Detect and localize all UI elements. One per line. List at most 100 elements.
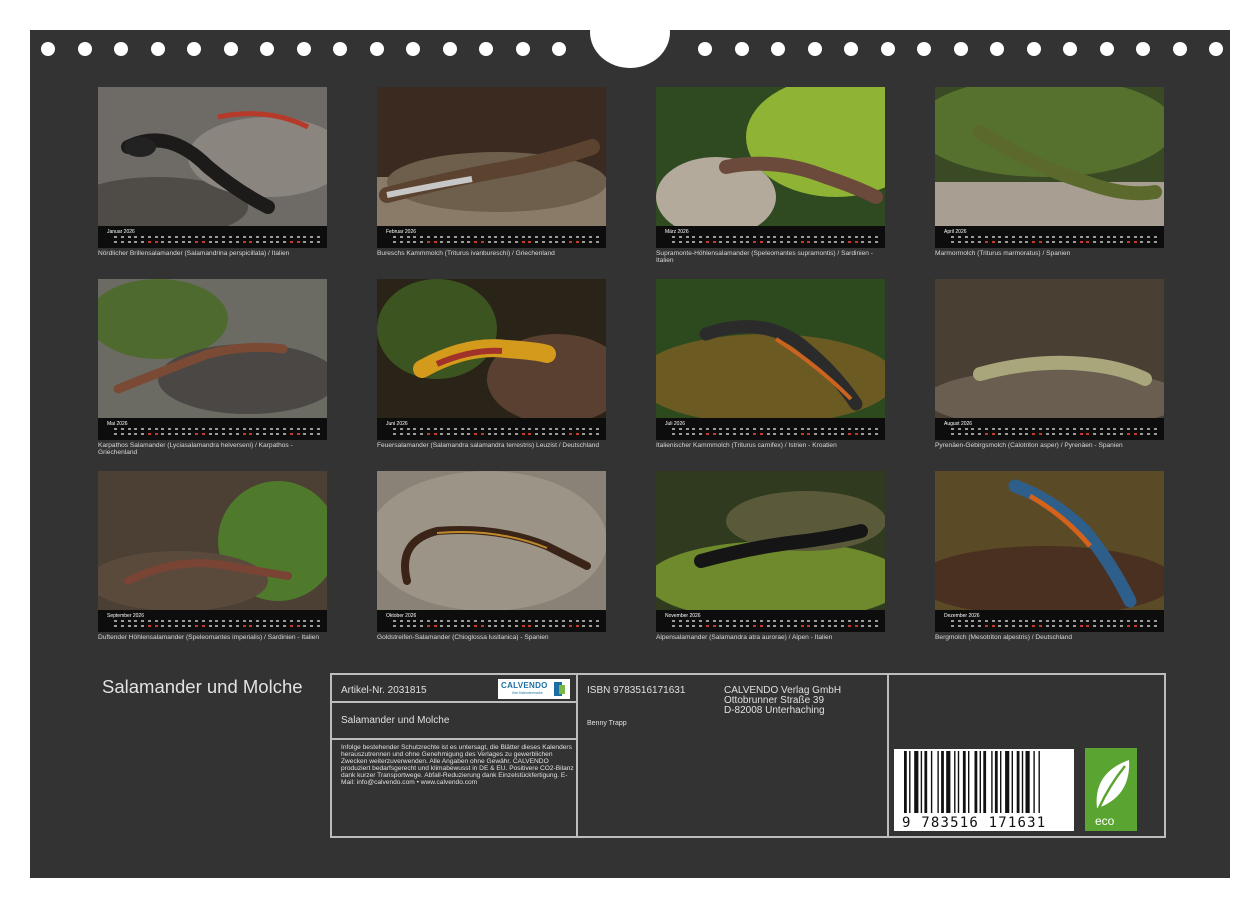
calendar-day-mark xyxy=(487,433,491,435)
calendar-day-mark xyxy=(1005,241,1009,243)
calendar-day-mark xyxy=(1045,625,1049,627)
calendar-day-mark xyxy=(726,236,730,238)
calendar-day-mark xyxy=(222,236,226,238)
calendar-day-mark xyxy=(1025,241,1029,243)
calendar-day-mark xyxy=(141,433,145,435)
photo-caption: Karpathos Salamander (Lyciasalamandra he… xyxy=(98,442,293,456)
calendar-day-mark xyxy=(413,620,417,622)
calendar-day-mark xyxy=(453,428,457,430)
calendar-day-mark xyxy=(249,433,253,435)
calendar-day-mark xyxy=(1133,625,1137,627)
calendar-day-mark xyxy=(447,433,451,435)
calendar-day-mark xyxy=(1059,428,1063,430)
calendar-day-mark xyxy=(814,625,818,627)
calendar-day-mark xyxy=(699,433,703,435)
calendar-day-mark xyxy=(1099,428,1103,430)
calendar-day-mark xyxy=(984,625,988,627)
calendar-day-mark xyxy=(1147,428,1151,430)
calendar-day-mark xyxy=(127,433,131,435)
calendar-day-mark xyxy=(453,620,457,622)
calendar-day-mark xyxy=(474,625,478,627)
calendar-day-mark xyxy=(827,241,831,243)
calendar-day-mark xyxy=(712,428,716,430)
calendar-day-mark xyxy=(480,433,484,435)
calendar-day-mark xyxy=(460,428,464,430)
binding-hole xyxy=(223,42,238,56)
photo-caption: Marmormolch (Triturus marmoratus) / Span… xyxy=(935,250,1071,257)
divider xyxy=(332,701,576,703)
calendar-day-mark xyxy=(712,620,716,622)
calendar-subtitle: Salamander und Molche xyxy=(341,715,450,726)
calendar-day-mark xyxy=(215,236,219,238)
calendar-day-mark xyxy=(847,433,851,435)
calendar-day-mark xyxy=(480,620,484,622)
binding-hole xyxy=(187,42,201,56)
calendar-day-mark xyxy=(1072,625,1076,627)
barcode-bar xyxy=(1021,751,1024,813)
calendar-day-mark xyxy=(820,433,824,435)
calendar-day-mark xyxy=(834,241,838,243)
binding-hole xyxy=(953,42,968,56)
month-calendar-strip: Januar 2026 xyxy=(98,226,327,248)
calendar-day-mark xyxy=(807,620,811,622)
binding-hole xyxy=(1026,42,1041,56)
calendar-day-mark xyxy=(787,625,791,627)
calendar-day-mark xyxy=(120,236,124,238)
calendar-day-mark xyxy=(262,433,266,435)
calendar-day-mark xyxy=(514,620,518,622)
calendar-day-mark xyxy=(780,236,784,238)
calendar-day-mark xyxy=(672,620,675,622)
calendar-day-mark xyxy=(575,625,579,627)
calendar-day-mark xyxy=(1099,433,1103,435)
calendar-day-mark xyxy=(420,625,424,627)
barcode-bar xyxy=(937,751,939,813)
calendar-day-mark xyxy=(568,428,572,430)
calendar-day-mark xyxy=(834,433,838,435)
calendar-day-mark xyxy=(508,620,512,622)
calendar-day-mark xyxy=(1045,241,1049,243)
calendar-day-mark xyxy=(759,620,763,622)
calendar-day-mark xyxy=(316,236,320,238)
month-tile-juni: Juni 2026 Feuersalamander (Salamandra sa… xyxy=(377,279,606,449)
isbn: ISBN 9783516171631 xyxy=(587,685,686,696)
calendar-day-mark xyxy=(787,236,791,238)
calendar-day-mark xyxy=(413,236,417,238)
calendar-day-mark xyxy=(705,620,709,622)
binding-hole xyxy=(296,42,311,56)
calendar-day-mark xyxy=(814,433,818,435)
calendar-day-mark xyxy=(229,236,233,238)
calendar-day-mark xyxy=(283,620,287,622)
calendar-day-mark xyxy=(147,620,151,622)
calendar-day-mark xyxy=(276,428,280,430)
calendar-day-mark xyxy=(746,236,750,238)
calendar-day-mark xyxy=(426,620,430,622)
calendar-day-mark xyxy=(303,428,307,430)
calendar-day-mark xyxy=(154,241,158,243)
calendar-day-mark xyxy=(161,236,165,238)
calendar-day-mark xyxy=(501,241,505,243)
calendar-day-mark xyxy=(868,428,872,430)
calendar-day-mark xyxy=(827,433,831,435)
calendar-day-mark xyxy=(229,433,233,435)
calendar-day-mark xyxy=(501,625,505,627)
calendar-day-mark xyxy=(426,433,430,435)
binding-hole xyxy=(771,42,785,56)
calendar-day-mark xyxy=(114,236,117,238)
month-label: März 2026 xyxy=(665,229,689,235)
calendar-day-mark xyxy=(685,241,689,243)
calendar-day-mark xyxy=(820,428,824,430)
binding-hole xyxy=(844,42,858,56)
calendar-day-mark xyxy=(814,241,818,243)
calendar-day-mark xyxy=(971,236,975,238)
calendar-day-mark xyxy=(208,428,212,430)
calendar-day-mark xyxy=(854,428,858,430)
calendar-day-mark xyxy=(672,433,675,435)
calendar-day-mark xyxy=(807,625,811,627)
calendar-day-mark xyxy=(854,433,858,435)
calendar-day-mark xyxy=(1045,428,1049,430)
calendar-day-mark xyxy=(1072,620,1076,622)
month-calendar-strip: März 2026 xyxy=(656,226,885,248)
calendar-day-mark xyxy=(433,428,437,430)
month-label: September 2026 xyxy=(107,613,144,619)
month-tile-dezember: Dezember 2026 Bergmolch (Mesotriton alpe… xyxy=(935,471,1164,641)
